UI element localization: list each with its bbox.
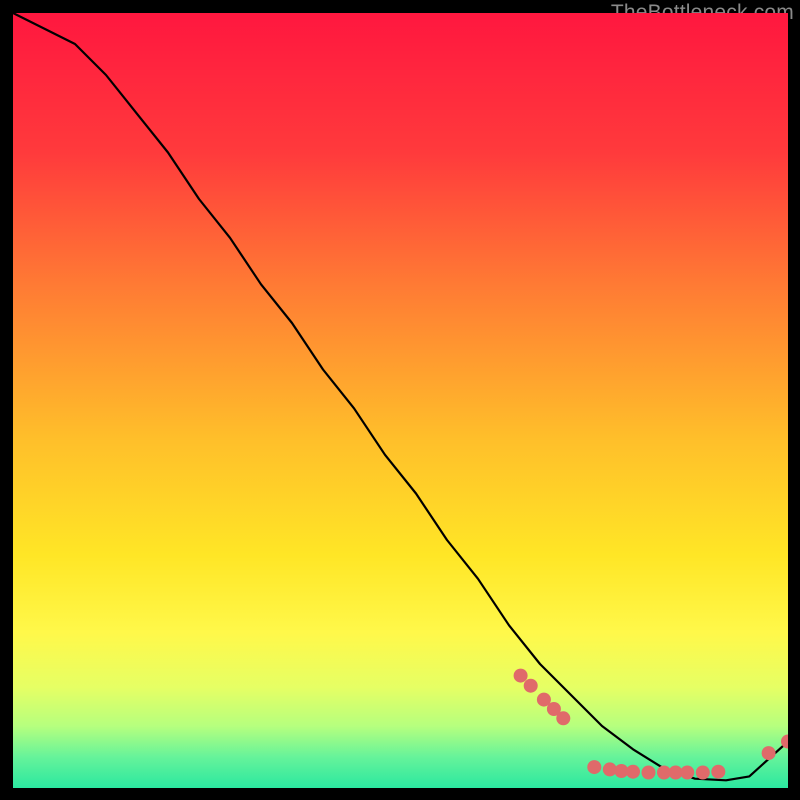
- gradient-background: [13, 13, 788, 788]
- data-point: [696, 766, 710, 780]
- data-point: [626, 765, 640, 779]
- data-point: [762, 746, 776, 760]
- data-point: [642, 766, 656, 780]
- bottleneck-chart: [13, 13, 788, 788]
- data-point: [587, 760, 601, 774]
- chart-frame: TheBottleneck.com: [13, 13, 788, 788]
- data-point: [556, 711, 570, 725]
- data-point: [680, 766, 694, 780]
- data-point: [711, 765, 725, 779]
- data-point: [514, 669, 528, 683]
- data-point: [524, 679, 538, 693]
